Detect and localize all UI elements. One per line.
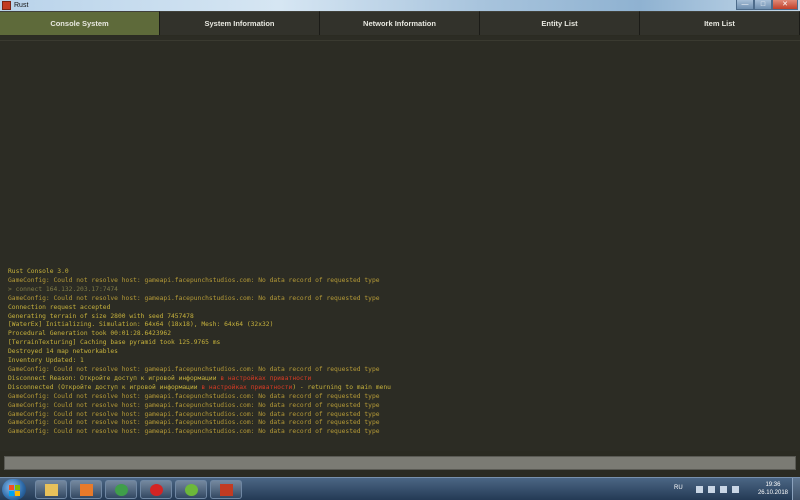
- console-line: Disconnect Reason: Откройте доступ к игр…: [8, 375, 788, 384]
- console-line: > connect 164.132.203.17:7474: [8, 286, 788, 295]
- console-line: GameConfig: Could not resolve host: game…: [8, 277, 788, 286]
- windows-taskbar: RU 19:36 26.10.2018: [0, 477, 800, 500]
- windows-logo-part: [15, 485, 20, 490]
- console-line: GameConfig: Could not resolve host: game…: [8, 366, 788, 375]
- console-line-text: GameConfig: Could not resolve host: game…: [8, 401, 380, 409]
- console-line: GameConfig: Could not resolve host: game…: [8, 419, 788, 428]
- tab-network-information[interactable]: Network Information: [320, 11, 480, 35]
- console-line: GameConfig: Could not resolve host: game…: [8, 411, 788, 420]
- console-line-text: GameConfig: Could not resolve host: game…: [8, 410, 380, 418]
- console-line: Rust Console 3.0: [8, 268, 788, 277]
- console-tab-bar: Console System System Information Networ…: [0, 11, 800, 35]
- console-line-highlight: в настройках приватности: [201, 383, 293, 391]
- windows-logo-part: [15, 491, 20, 496]
- console-line-text: [WaterEx] Initializing. Simulation: 64x6…: [8, 321, 274, 329]
- console-line-text: GameConfig: Could not resolve host: game…: [8, 365, 380, 373]
- chrome-icon: [115, 484, 128, 496]
- clock-date: 26.10.2018: [757, 490, 788, 496]
- rust-window: Rust — □ ✕ Console System System Informa…: [0, 0, 800, 500]
- console-line-text: GameConfig: Could not resolve host: game…: [8, 428, 380, 436]
- console-line-text: Procedural Generation took 00:01:28.6423…: [8, 330, 172, 338]
- volume-icon[interactable]: [720, 486, 727, 493]
- console-line-text: ) - returning to main menu: [292, 383, 391, 391]
- network-icon[interactable]: [708, 486, 715, 493]
- window-title: Rust: [14, 2, 29, 9]
- console-line: Connection request accepted: [8, 304, 788, 313]
- console-line-text: Disconnected (Откройте доступ к игровой …: [8, 383, 202, 391]
- console-line: GameConfig: Could not resolve host: game…: [8, 295, 788, 304]
- console-line-text: Disconnect Reason: Откройте доступ к игр…: [8, 374, 221, 382]
- console-line-text: Destroyed 14 map networkables: [8, 348, 118, 356]
- explorer-folder-icon: [45, 484, 58, 496]
- minimize-button[interactable]: —: [736, 0, 754, 10]
- console-line: GameConfig: Could not resolve host: game…: [8, 393, 788, 402]
- console-output-panel[interactable]: Rust Console 3.0 GameConfig: Could not re…: [0, 36, 800, 451]
- maximize-button[interactable]: □: [754, 0, 772, 10]
- window-controls: — □ ✕: [736, 0, 798, 11]
- tray-arrow-icon[interactable]: [696, 486, 703, 493]
- opera-icon: [150, 484, 163, 496]
- console-divider: [0, 40, 800, 41]
- taskbar-app-utorrent[interactable]: [175, 480, 207, 499]
- console-line: Generating terrain of size 2800 with see…: [8, 313, 788, 322]
- clock[interactable]: 19:36 26.10.2018: [758, 481, 788, 497]
- console-line: Procedural Generation took 00:01:28.6423…: [8, 330, 788, 339]
- console-line: GameConfig: Could not resolve host: game…: [8, 402, 788, 411]
- console-line: Disconnected (Откройте доступ к игровой …: [8, 384, 788, 393]
- console-line-text: Inventory Updated: 1: [8, 357, 84, 365]
- console-line-text: > connect 164.132.203.17:7474: [8, 285, 118, 293]
- console-input-bar[interactable]: [4, 456, 796, 474]
- language-indicator[interactable]: RU: [674, 485, 683, 491]
- console-line: Inventory Updated: 1: [8, 357, 788, 366]
- windows-logo-icon: [9, 485, 14, 490]
- start-button[interactable]: [2, 479, 26, 500]
- console-line-text: Generating terrain of size 2800 with see…: [8, 312, 194, 320]
- tab-system-information[interactable]: System Information: [160, 11, 320, 35]
- console-line-text: Connection request accepted: [8, 303, 111, 311]
- windows-logo-part: [9, 491, 14, 496]
- console-line-text: Rust Console 3.0: [8, 268, 69, 275]
- console-line: GameConfig: Could not resolve host: game…: [8, 428, 788, 437]
- console-line-text: GameConfig: Could not resolve host: game…: [8, 419, 380, 427]
- taskbar-app-media[interactable]: [70, 480, 102, 499]
- taskbar-app-chrome[interactable]: [105, 480, 137, 499]
- console-line: [WaterEx] Initializing. Simulation: 64x6…: [8, 321, 788, 330]
- console-line-text: GameConfig: Could not resolve host: game…: [8, 276, 380, 284]
- console-line: [TerrainTexturing] Caching base pyramid …: [8, 339, 788, 348]
- media-player-icon: [80, 484, 93, 496]
- tab-console-system[interactable]: Console System: [0, 11, 160, 35]
- console-line-highlight: в настройках приватности: [220, 374, 312, 382]
- console-input[interactable]: [5, 462, 795, 474]
- close-button[interactable]: ✕: [772, 0, 798, 10]
- console-line-text: GameConfig: Could not resolve host: game…: [8, 392, 380, 400]
- tab-entity-list[interactable]: Entity List: [480, 11, 640, 35]
- clock-time: 19:36: [765, 482, 781, 488]
- tab-item-list[interactable]: Item List: [640, 11, 800, 35]
- taskbar-app-rust[interactable]: [210, 480, 242, 499]
- taskbar-app-explorer[interactable]: [35, 480, 67, 499]
- system-tray: RU 19:36 26.10.2018: [670, 478, 800, 500]
- taskbar-app-opera[interactable]: [140, 480, 172, 499]
- console-line-text: [TerrainTexturing] Caching base pyramid …: [8, 339, 221, 347]
- console-line-text: GameConfig: Could not resolve host: game…: [8, 294, 380, 302]
- utorrent-icon: [185, 484, 198, 496]
- console-log: Rust Console 3.0 GameConfig: Could not re…: [8, 268, 788, 437]
- rust-app-icon: [2, 1, 11, 10]
- rust-icon: [220, 484, 233, 496]
- console-line: Destroyed 14 map networkables: [8, 348, 788, 357]
- flag-icon[interactable]: [732, 486, 739, 493]
- show-desktop-button[interactable]: [792, 478, 800, 500]
- window-titlebar: Rust — □ ✕: [0, 0, 800, 11]
